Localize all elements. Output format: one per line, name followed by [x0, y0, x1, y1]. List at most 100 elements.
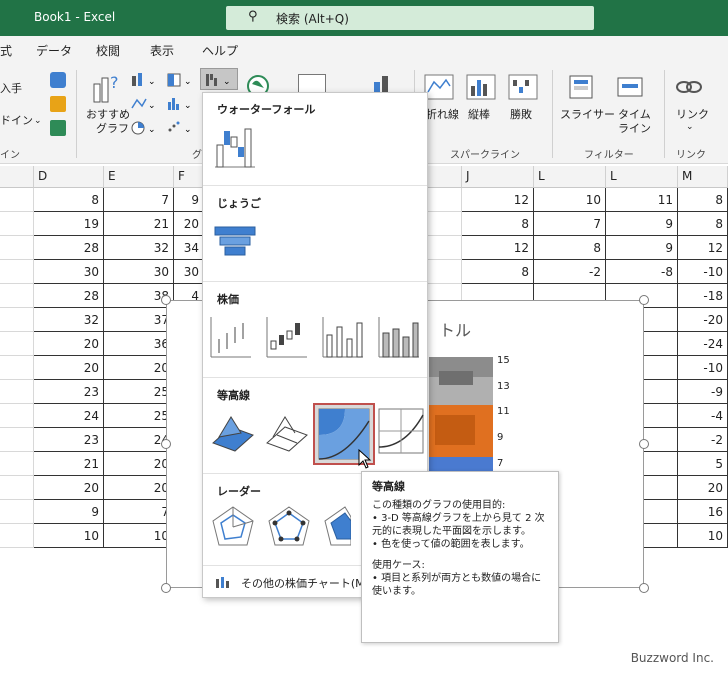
sheet-cell[interactable]: 32	[104, 236, 174, 260]
chevron-down-icon[interactable]: ⌄	[686, 122, 694, 132]
funnel-chart-option[interactable]	[211, 217, 259, 265]
sheet-cell[interactable]	[0, 260, 34, 284]
slicer-icon[interactable]	[568, 74, 598, 100]
sheet-cell[interactable]: -9	[678, 380, 728, 404]
sheet-cell[interactable]: 8	[678, 212, 728, 236]
link-label[interactable]: リンク	[676, 108, 709, 122]
column-header-l[interactable]: L	[606, 166, 678, 188]
sheet-cell[interactable]	[0, 236, 34, 260]
sheet-cell[interactable]: 7	[104, 188, 174, 212]
resize-handle-bottom-right[interactable]	[639, 583, 649, 593]
column-header-e[interactable]: E	[104, 166, 174, 188]
sheet-cell[interactable]: 9	[606, 236, 678, 260]
stock-vohlc-option[interactable]	[375, 313, 423, 361]
sheet-cell[interactable]: 24	[34, 404, 104, 428]
sheet-cell[interactable]	[0, 332, 34, 356]
sheet-cell[interactable]	[0, 476, 34, 500]
menu-formulas[interactable]: 式	[0, 42, 12, 59]
column-chart-icon[interactable]: ⌄	[130, 72, 160, 88]
column-header-m[interactable]: M	[678, 166, 728, 188]
sheet-cell[interactable]: 20	[34, 332, 104, 356]
sparkline-winloss-label[interactable]: 勝敗	[510, 108, 532, 122]
sheet-cell[interactable]	[428, 188, 462, 212]
sheet-cell[interactable]: 16	[678, 500, 728, 524]
sheet-cell[interactable]	[428, 212, 462, 236]
line-chart-icon[interactable]: ⌄	[130, 96, 160, 112]
sheet-cell[interactable]: 20	[34, 476, 104, 500]
resize-handle-top-right[interactable]	[639, 295, 649, 305]
column-header-d[interactable]: D	[34, 166, 104, 188]
chevron-down-icon[interactable]: ⌄	[34, 116, 42, 126]
sheet-cell[interactable]: 9	[34, 500, 104, 524]
sheet-cell[interactable]: 5	[678, 452, 728, 476]
filled-radar-option[interactable]	[321, 503, 351, 551]
sparkline-winloss-icon[interactable]	[508, 74, 538, 100]
column-header-k[interactable]: L	[534, 166, 606, 188]
menu-review[interactable]: 校閲	[96, 42, 120, 59]
sheet-cell[interactable]: 12	[462, 188, 534, 212]
column-header-f[interactable]: F	[174, 166, 204, 188]
sheet-cell[interactable]: 21	[34, 452, 104, 476]
sheet-cell[interactable]: 8	[462, 212, 534, 236]
sheet-cell[interactable]: -2	[678, 428, 728, 452]
recommended-charts-icon[interactable]: ?	[90, 70, 122, 106]
sheet-cell[interactable]: 20	[104, 452, 174, 476]
sheet-cell[interactable]: 10	[678, 524, 728, 548]
sheet-cell[interactable]: 20	[34, 356, 104, 380]
slicer-label[interactable]: スライサー	[560, 108, 615, 122]
sheet-cell[interactable]: -24	[678, 332, 728, 356]
stock-hlc-option[interactable]	[207, 313, 255, 361]
statistic-chart-icon[interactable]: ⌄	[166, 96, 196, 112]
sheet-cell[interactable]	[0, 380, 34, 404]
sheet-cell[interactable]: -10	[678, 356, 728, 380]
sheet-cell[interactable]: 23	[34, 380, 104, 404]
sheet-cell[interactable]: 12	[462, 236, 534, 260]
menu-data[interactable]: データ	[36, 42, 72, 59]
sheet-cell[interactable]: 10	[534, 188, 606, 212]
radar-chart-option[interactable]	[209, 503, 257, 551]
resize-handle-right[interactable]	[639, 439, 649, 449]
sheet-cell[interactable]: 8	[462, 260, 534, 284]
sheet-cell[interactable]: -4	[678, 404, 728, 428]
sheet-cell[interactable]	[0, 212, 34, 236]
sheet-cell[interactable]	[428, 236, 462, 260]
get-addins-label[interactable]: 入手	[0, 82, 22, 96]
search-box[interactable]: ⚲ 検索 (Alt+Q)	[226, 6, 594, 30]
sparkline-line-label[interactable]: 折れ線	[426, 108, 459, 122]
sheet-cell[interactable]: 8	[678, 188, 728, 212]
sheet-cell[interactable]: 9	[606, 212, 678, 236]
sheet-cell[interactable]: 10	[104, 524, 174, 548]
sheet-cell[interactable]: 30	[104, 260, 174, 284]
sheet-cell[interactable]: 20	[104, 356, 174, 380]
contour-plot-area[interactable]	[429, 357, 497, 477]
sheet-cell[interactable]: -8	[606, 260, 678, 284]
waterfall-chart-option[interactable]	[211, 123, 259, 171]
sheet-cell[interactable]	[0, 404, 34, 428]
sheet-cell[interactable]: 11	[606, 188, 678, 212]
sheet-cell[interactable]: -10	[678, 260, 728, 284]
stock-vhlc-option[interactable]	[319, 313, 367, 361]
visio-icon[interactable]	[50, 72, 66, 88]
column-header-c[interactable]	[0, 166, 34, 188]
sheet-cell[interactable]: 20	[678, 476, 728, 500]
sheet-cell[interactable]: 8	[534, 236, 606, 260]
sheet-cell[interactable]: 37	[104, 308, 174, 332]
sheet-cell[interactable]: 9	[174, 188, 204, 212]
timeline-label-1[interactable]: タイム	[618, 108, 651, 122]
column-header-j[interactable]: J	[462, 166, 534, 188]
resize-handle-bottom-left[interactable]	[161, 583, 171, 593]
3d-wireframe-surface-option[interactable]	[263, 407, 311, 455]
sparkline-line-icon[interactable]	[424, 74, 454, 100]
timeline-label-2[interactable]: ライン	[618, 122, 651, 136]
column-header-i[interactable]	[428, 166, 462, 188]
sheet-cell[interactable]: 8	[34, 188, 104, 212]
resize-handle-left[interactable]	[161, 439, 171, 449]
sheet-cell[interactable]: 34	[174, 236, 204, 260]
sheet-cell[interactable]: -2	[534, 260, 606, 284]
sheet-cell[interactable]	[0, 500, 34, 524]
sheet-cell[interactable]: 19	[34, 212, 104, 236]
menu-view[interactable]: 表示	[150, 42, 174, 59]
menu-help[interactable]: ヘルプ	[202, 42, 238, 59]
my-addins-label[interactable]: ドイン	[0, 114, 33, 128]
sheet-cell[interactable]: 32	[34, 308, 104, 332]
